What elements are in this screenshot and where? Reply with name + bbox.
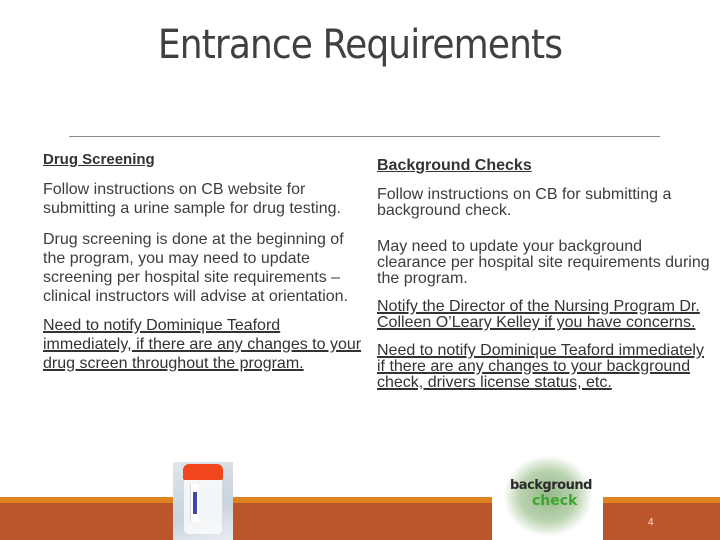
- drug-screening-heading: Drug Screening: [43, 151, 155, 168]
- page-number: 4: [648, 517, 654, 528]
- word-cloud-text-background: background: [510, 478, 592, 493]
- background-checks-section: Background Checks Follow instructions on…: [377, 157, 712, 401]
- cup-lid: [183, 464, 223, 480]
- background-check-notify-director: Notify the Director of the Nursing Progr…: [377, 298, 700, 331]
- title-divider: [69, 136, 660, 137]
- background-checks-heading: Background Checks: [377, 157, 532, 174]
- specimen-cup-image: [173, 462, 233, 540]
- word-cloud-text-check: check: [532, 493, 578, 509]
- slide-title: Entrance Requirements: [157, 22, 563, 68]
- drug-screening-timing: Drug screening is done at the beginning …: [43, 231, 349, 305]
- drug-screening-notify: Need to notify Dominique Teaford immedia…: [43, 317, 362, 372]
- cup-label: [190, 484, 199, 522]
- background-check-word-cloud-image: background check: [492, 450, 603, 540]
- footer-band: [0, 503, 720, 540]
- drug-screening-instructions: Follow instructions on CB website for su…: [43, 181, 341, 217]
- drug-screening-section: Drug Screening Follow instructions on CB…: [43, 151, 363, 383]
- background-check-notify-teaford: Need to notify Dominique Teaford immedia…: [377, 342, 704, 391]
- background-check-update: May need to update your background clear…: [377, 238, 710, 287]
- background-check-instructions: Follow instructions on CB for submitting…: [377, 186, 672, 219]
